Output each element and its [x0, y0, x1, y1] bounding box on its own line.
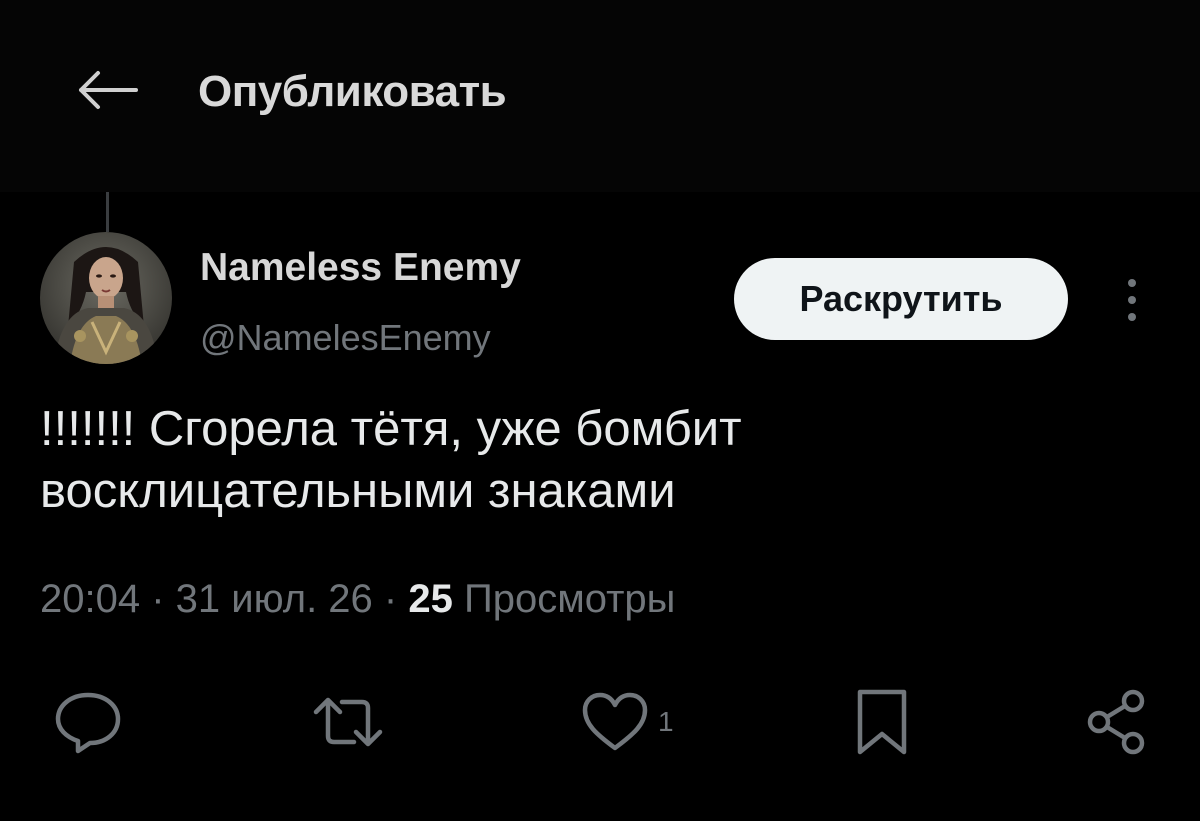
- tweet-date[interactable]: 31 июл. 26: [176, 577, 373, 621]
- arrow-left-icon: [79, 71, 138, 109]
- bookmark-icon: [857, 689, 907, 755]
- tweet-time: 20:04: [40, 577, 141, 621]
- avatar-image: [40, 232, 172, 364]
- bookmark-button[interactable]: [852, 680, 912, 764]
- repost-button[interactable]: [312, 680, 384, 764]
- promote-button[interactable]: Раскрутить: [734, 258, 1068, 340]
- heart-icon: [582, 692, 648, 751]
- top-bar: Опубликовать: [0, 0, 1200, 192]
- more-options-button[interactable]: [1112, 272, 1152, 328]
- tweet-metadata: 20:04 · 31 июл. 26 · 25 Просмотры: [40, 573, 675, 625]
- views-count: 25: [408, 577, 453, 621]
- like-button[interactable]: 1: [580, 680, 674, 764]
- meta-separator: ·: [140, 577, 176, 621]
- more-vertical-icon: [1128, 279, 1136, 321]
- repost-icon: [313, 697, 383, 747]
- tweet-text: !!!!!!! Сгорела тётя, уже бомбит восклиц…: [40, 402, 742, 518]
- thread-connector-line: [106, 192, 109, 232]
- avatar[interactable]: [40, 232, 172, 364]
- reply-button[interactable]: [52, 680, 124, 764]
- back-button[interactable]: [72, 62, 142, 118]
- share-button[interactable]: [1082, 680, 1152, 764]
- reply-icon: [55, 692, 121, 754]
- views-label: Просмотры: [463, 577, 676, 621]
- author-display-name[interactable]: Nameless Enemy: [200, 244, 521, 292]
- meta-separator: ·: [372, 577, 409, 621]
- page-title: Опубликовать: [198, 67, 507, 116]
- author-handle[interactable]: @NamelesEnemy: [200, 315, 491, 361]
- like-count: 1: [658, 706, 674, 737]
- share-icon: [1087, 689, 1145, 755]
